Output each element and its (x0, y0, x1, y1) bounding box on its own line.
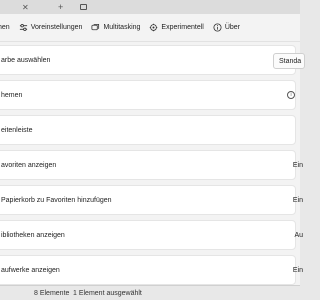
nav-item-label: Über (224, 24, 241, 31)
nav-item-preferences[interactable]: Voreinstellungen (19, 23, 83, 32)
setting-row-themes[interactable]: hemen i (0, 80, 296, 110)
settings-dialog: hen Voreinstellungen Multitasking Experi… (0, 14, 305, 286)
new-tab-icon[interactable]: + (58, 2, 63, 12)
nav-item-multitasking[interactable]: Multitasking (91, 23, 140, 32)
setting-label: Papierkorb zu Favoriten hinzufügen (1, 197, 112, 204)
color-select-value: Standa (279, 58, 302, 65)
nav-item-label: Multitasking (103, 24, 141, 31)
setting-label: ibliotheken anzeigen (1, 232, 65, 239)
setting-row-recycle-bin[interactable]: Papierkorb zu Favoriten hinzufügen Ein (0, 185, 303, 215)
settings-nav: hen Voreinstellungen Multitasking Experi… (0, 14, 300, 42)
multitasking-icon (91, 23, 100, 32)
section-title: eitenleiste (1, 127, 33, 134)
tab-close-icon[interactable]: ✕ (22, 3, 29, 12)
setting-label: arbe auswählen (1, 57, 51, 64)
nav-item-label: Voreinstellungen (30, 24, 83, 31)
status-bar: 8 Elemente 1 Element ausgewählt (0, 286, 300, 300)
beaker-icon (149, 23, 158, 32)
toggle-state[interactable]: Au (294, 232, 303, 239)
selection-count: 1 Element ausgewählt (73, 290, 142, 297)
setting-row-drives[interactable]: aufwerke anzeigen Ein (0, 255, 303, 285)
sliders-icon (19, 23, 28, 32)
nav-item-label: Experimentell (161, 24, 204, 31)
nav-item-appearance[interactable]: hen (0, 24, 10, 31)
nav-item-about[interactable]: Über (213, 23, 240, 32)
toggle-state[interactable]: Ein (293, 267, 303, 274)
setting-label: hemen (1, 92, 23, 99)
setting-label: aufwerke anzeigen (1, 267, 60, 274)
section-header-sidebar: eitenleiste (0, 115, 296, 145)
item-count: 8 Elemente (34, 290, 70, 297)
nav-item-label: hen (0, 24, 10, 31)
background-titlebar: ✕ + (0, 0, 300, 14)
setting-label: avoriten anzeigen (1, 162, 57, 169)
info-icon (213, 23, 222, 32)
info-icon[interactable]: i (287, 91, 295, 99)
setting-row-favorites[interactable]: avoriten anzeigen Ein (0, 150, 303, 180)
toggle-state[interactable]: Ein (293, 162, 303, 169)
setting-row-color[interactable]: arbe auswählen Standa (0, 45, 305, 75)
color-select[interactable]: Standa (273, 53, 305, 69)
window-icon[interactable] (80, 4, 87, 10)
setting-row-libraries[interactable]: ibliotheken anzeigen Au (0, 220, 303, 250)
nav-item-experimental[interactable]: Experimentell (149, 23, 204, 32)
toggle-state[interactable]: Ein (293, 197, 303, 204)
